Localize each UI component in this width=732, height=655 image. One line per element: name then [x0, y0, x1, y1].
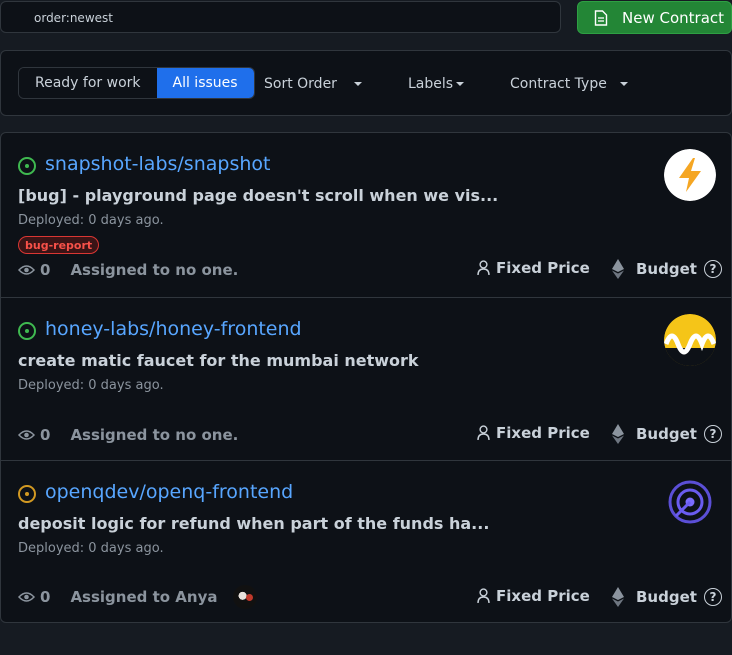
chevron-down-icon [619, 82, 628, 86]
issue-card[interactable]: honey-labs/honey-frontend create matic f… [1, 297, 731, 461]
chevron-down-icon [456, 82, 465, 86]
help-icon[interactable]: ? [703, 425, 722, 443]
watcher-count: 0 [40, 426, 51, 444]
org-avatar-openq [667, 479, 713, 525]
deployed-time: Deployed: 0 days ago. [18, 213, 164, 228]
eye-icon [18, 592, 35, 602]
issue-title[interactable]: create matic faucet for the mumbai netwo… [18, 351, 419, 370]
issue-label[interactable]: bug-report [18, 236, 100, 254]
honey-logo-icon [664, 314, 716, 366]
budget: Budget ? [612, 424, 722, 444]
issue-card[interactable]: snapshot-labs/snapshot [bug] - playgroun… [1, 133, 731, 297]
contract-type-dropdown[interactable]: Contract Type [510, 76, 628, 92]
open-status-icon [18, 157, 36, 175]
issue-meta: 0 Assigned to Anya [18, 585, 258, 609]
sort-order-dropdown[interactable]: Sort Order [264, 76, 362, 92]
watcher-count: 0 [40, 261, 51, 279]
price-type: Fixed Price [477, 587, 590, 605]
lightning-icon [664, 149, 716, 201]
new-contract-label: New Contract [622, 8, 725, 27]
person-icon [477, 425, 490, 441]
price-type: Fixed Price [477, 424, 590, 442]
budget: Budget ? [612, 259, 722, 279]
spiral-logo-icon [668, 480, 712, 524]
new-contract-button[interactable]: New Contract [577, 1, 732, 34]
chevron-down-icon [353, 82, 362, 86]
person-icon [477, 588, 490, 604]
org-avatar-snapshot [664, 149, 716, 201]
sort-order-label: Sort Order [264, 76, 337, 92]
budget: Budget ? [612, 587, 722, 607]
filter-bar: Ready for work All issues Sort Order Lab… [0, 50, 732, 116]
pending-status-icon [18, 485, 36, 503]
budget-label: Budget [636, 588, 697, 606]
help-icon[interactable]: ? [703, 588, 722, 606]
issue-title[interactable]: deposit logic for refund when part of th… [18, 514, 489, 533]
ethereum-icon [612, 259, 624, 279]
repo-link[interactable]: openqdev/openq-frontend [45, 481, 293, 503]
price-type-label: Fixed Price [496, 587, 590, 605]
price-type-label: Fixed Price [496, 259, 590, 277]
deployed-time: Deployed: 0 days ago. [18, 541, 164, 556]
document-icon [594, 9, 608, 26]
eye-icon [18, 430, 35, 440]
budget-label: Budget [636, 260, 697, 278]
issue-title[interactable]: [bug] - playground page doesn't scroll w… [18, 186, 498, 205]
issue-card[interactable]: openqdev/openq-frontend deposit logic fo… [1, 460, 731, 624]
budget-label: Budget [636, 425, 697, 443]
eye-icon [18, 265, 35, 275]
all-issues-tab[interactable]: All issues [156, 68, 254, 98]
labels-dropdown[interactable]: Labels [408, 76, 465, 92]
issue-meta: 0 Assigned to no one. [18, 426, 238, 444]
assignee-text: Assigned to Anya [70, 588, 218, 606]
price-type-label: Fixed Price [496, 424, 590, 442]
assignee-text: Assigned to no one. [70, 426, 239, 444]
search-input[interactable]: order:newest [0, 1, 561, 33]
assignee-text: Assigned to no one. [70, 261, 239, 279]
issue-scope-toggle: Ready for work All issues [18, 67, 255, 99]
labels-label: Labels [408, 76, 454, 92]
issue-list: snapshot-labs/snapshot [bug] - playgroun… [0, 132, 732, 623]
person-icon [477, 260, 490, 276]
ethereum-icon [612, 424, 624, 444]
repo-link[interactable]: snapshot-labs/snapshot [45, 153, 270, 175]
deployed-time: Deployed: 0 days ago. [18, 378, 164, 393]
repo-link[interactable]: honey-labs/honey-frontend [45, 318, 302, 340]
help-icon[interactable]: ? [703, 260, 722, 278]
open-status-icon [18, 322, 36, 340]
ethereum-icon [612, 587, 624, 607]
contract-type-label: Contract Type [510, 76, 607, 92]
ready-for-work-tab[interactable]: Ready for work [19, 68, 157, 98]
watcher-count: 0 [40, 588, 51, 606]
issue-meta: 0 Assigned to no one. [18, 261, 238, 279]
assignee-avatar[interactable] [233, 585, 258, 609]
org-avatar-honey [664, 314, 716, 366]
price-type: Fixed Price [477, 259, 590, 277]
